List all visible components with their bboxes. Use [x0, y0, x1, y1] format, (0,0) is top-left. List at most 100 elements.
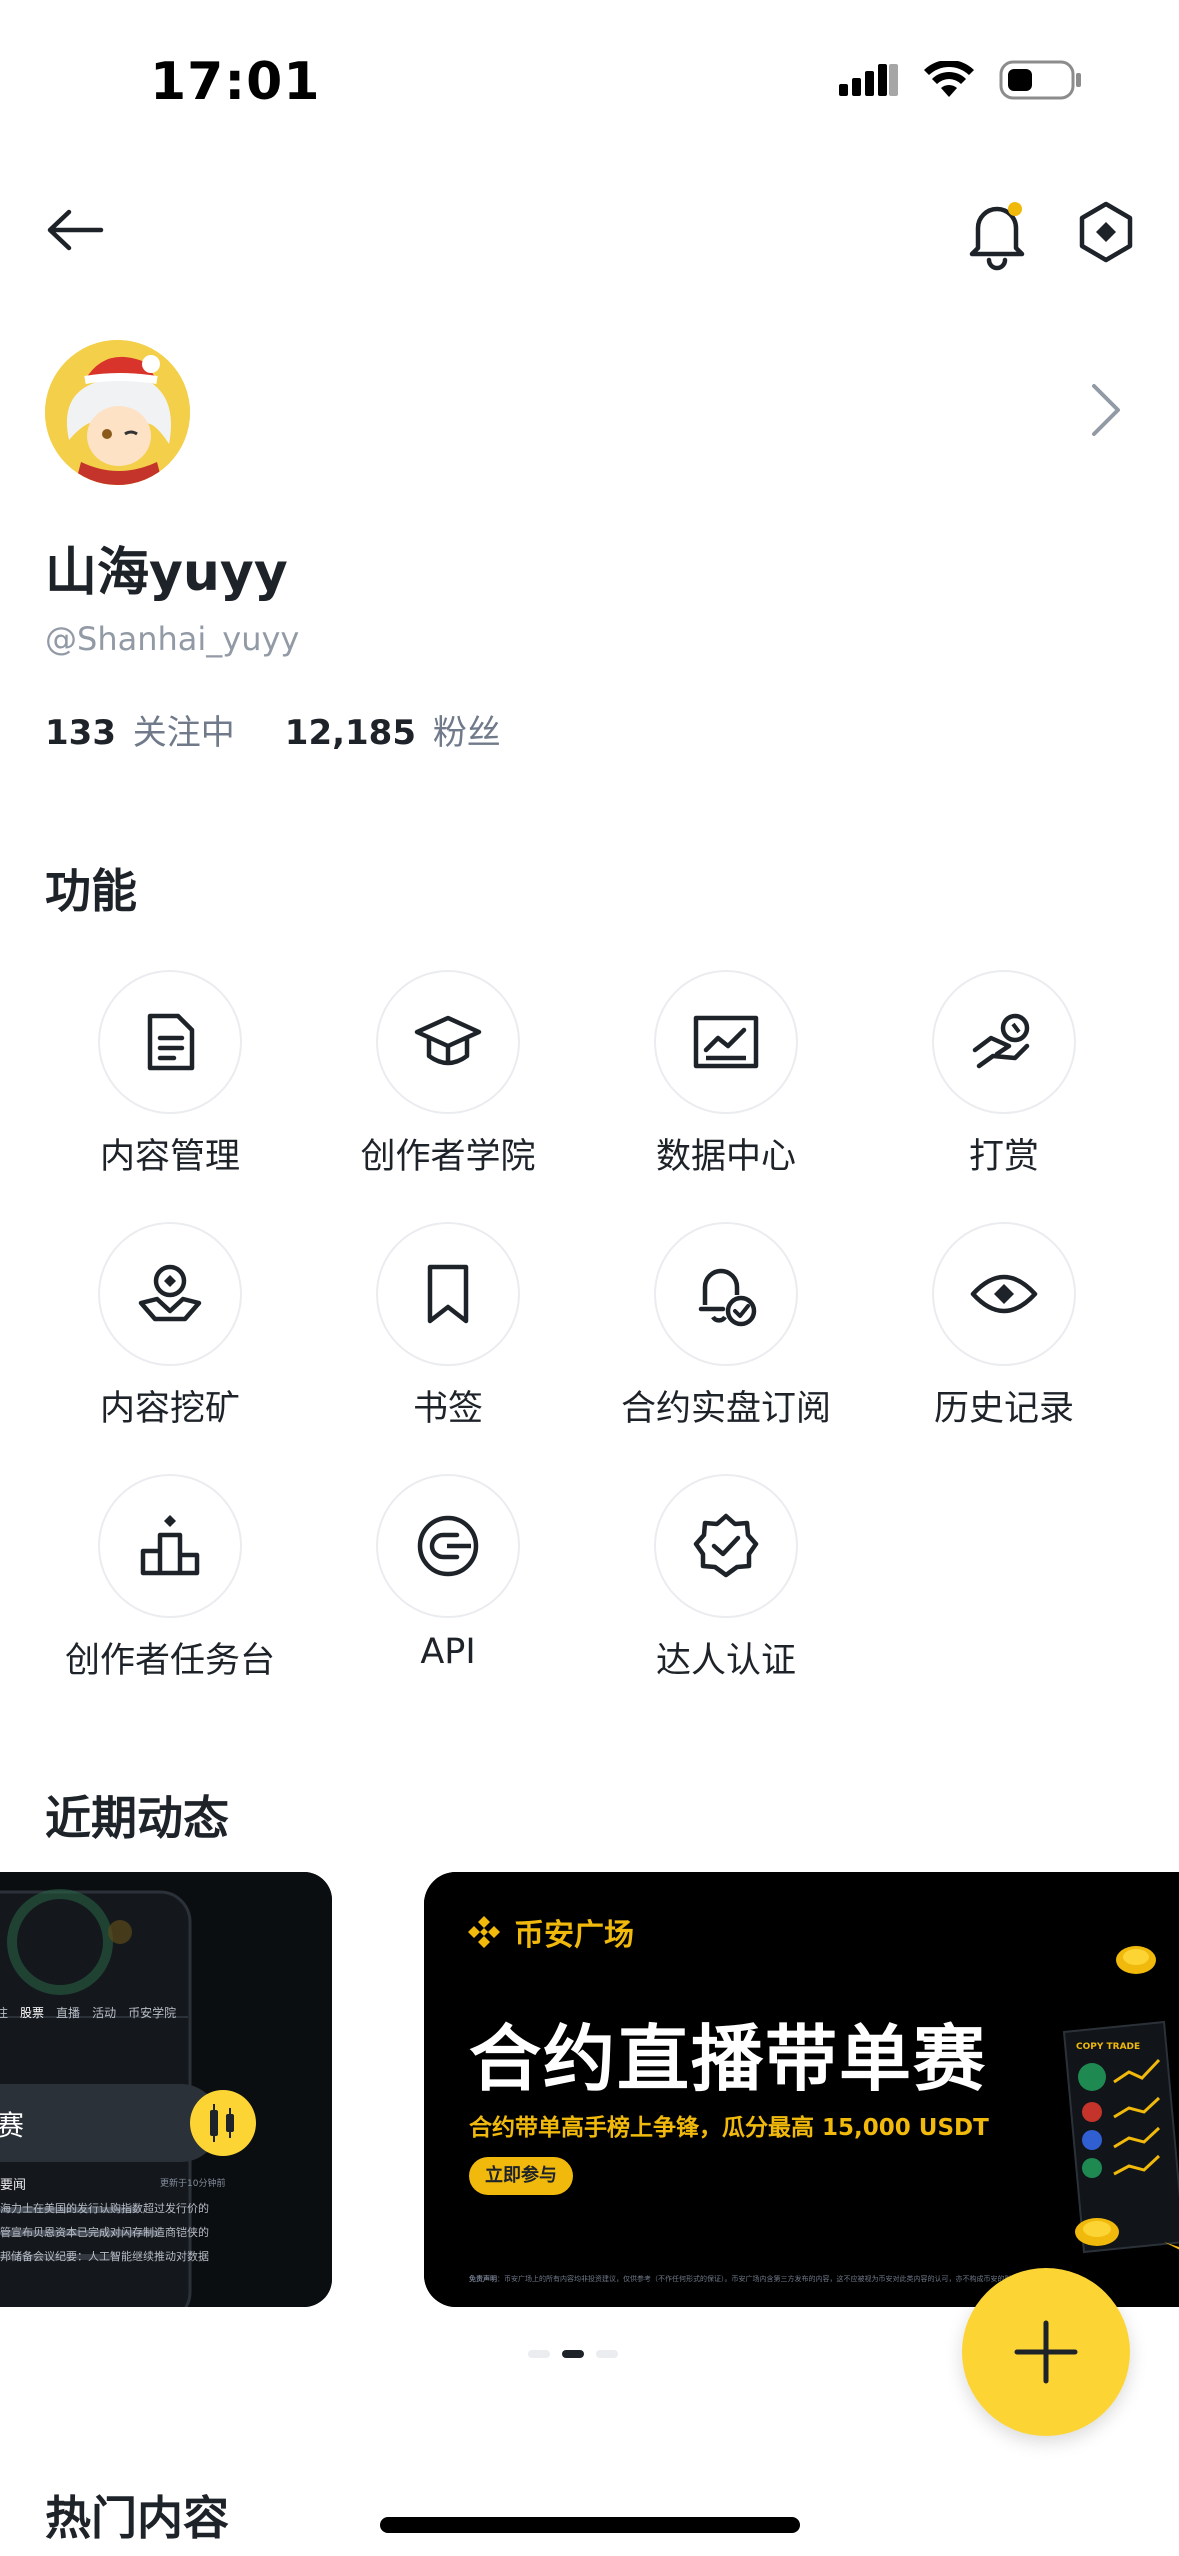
feature-label: 打赏 [968, 1137, 1039, 1177]
feature-label: 内容管理 [99, 1137, 240, 1177]
feature-content-mining[interactable]: 内容挖矿 [30, 1222, 310, 1442]
mining-icon [138, 1264, 202, 1322]
feature-icon-wrap [376, 1222, 520, 1366]
feature-icon-wrap [654, 970, 798, 1114]
wifi-icon [924, 61, 974, 97]
following-label: 关注中 [132, 713, 235, 753]
banner-subline: 合约带单高手榜上争锋，瓜分最高 15,000 USDT [469, 2115, 989, 2141]
back-button[interactable] [40, 200, 110, 260]
follow-stats: 133 关注中 12,185 粉丝 [45, 705, 501, 754]
feature-api[interactable]: API [308, 1474, 588, 1694]
followers-label: 粉丝 [432, 713, 501, 753]
feature-label: 书签 [412, 1389, 483, 1429]
battery-icon [999, 60, 1081, 100]
app-preview-line: 管宣布贝恩资本已完成对闪存制造商铠侠的... [0, 2226, 210, 2239]
arrow-left-icon [47, 209, 104, 251]
plus-icon [1014, 2320, 1078, 2384]
status-bar: 17:01 [0, 0, 1179, 170]
app-preview-tab: 股票 [20, 2006, 45, 2020]
pagination-dot[interactable] [596, 2350, 618, 2358]
display-name: 山海yuyy [45, 543, 288, 603]
recent-section-title: 近期动态 [45, 1791, 229, 1845]
features-section-title: 功能 [45, 864, 137, 918]
notification-dot [1008, 202, 1022, 216]
app-preview-tabs: 荐 关注 股票 直播 活动 币安学院 [0, 2004, 176, 2021]
feature-icon-wrap [98, 1474, 242, 1618]
hot-section-title: 热门内容 [45, 2491, 229, 2545]
cellular-signal-icon [839, 64, 898, 96]
feature-icon-wrap [654, 1222, 798, 1366]
banner-brand-name: 币安广场 [514, 1918, 634, 1953]
app-preview-lines: 海力士在美国的发行认购指数超过发行价的... 管宣布贝恩资本已完成对闪存制造商铠… [0, 2197, 210, 2269]
app-preview-line: 邦储备会议纪要：人工智能继续推动对数据... [0, 2250, 210, 2263]
bell-icon [969, 206, 1025, 271]
create-post-button[interactable] [962, 2268, 1130, 2436]
feature-tip[interactable]: 打赏 [864, 970, 1144, 1190]
verified-badge-icon [693, 1513, 759, 1578]
banner-disclaimer-text: 币安广场上的所有内容均非投资建议，仅供参考（不作任何形式的保证）。币安广场内含第… [504, 2275, 1040, 2283]
feature-icon-wrap [98, 1222, 242, 1366]
pagination-dot[interactable] [528, 2350, 550, 2358]
eye-icon [970, 1274, 1038, 1314]
settings-button[interactable] [1070, 196, 1142, 268]
app-preview-tab: 关注 [0, 2006, 9, 2020]
banner-headline: 合约直播带单赛 [469, 2017, 988, 2101]
feature-futures-subscription[interactable]: 合约实盘订阅 [586, 1222, 866, 1442]
banner-brand: 币安广场 [464, 1910, 634, 1954]
app-preview-tab: 活动 [92, 2006, 117, 2020]
followers-stat[interactable]: 12,185 粉丝 [285, 705, 501, 754]
feature-icon-wrap [376, 970, 520, 1114]
app-preview-line: 海力士在美国的发行认购指数超过发行价的... [0, 2202, 210, 2215]
feature-data-center[interactable]: 数据中心 [586, 970, 866, 1190]
home-indicator [380, 2517, 800, 2533]
banner-cta-button[interactable]: 立即参与 [469, 2157, 573, 2195]
top-nav [0, 180, 1179, 280]
recent-carousel[interactable]: 荐 关注 股票 直播 活动 币安学院 赛 要闻 更新于10分钟前 海力士在美国的… [0, 1872, 1179, 2312]
avatar-image [45, 340, 190, 485]
feature-icon-wrap [932, 970, 1076, 1114]
api-icon [417, 1515, 479, 1577]
following-stat[interactable]: 133 关注中 [45, 705, 235, 754]
feature-label: API [420, 1632, 476, 1672]
recent-card-app-preview[interactable]: 荐 关注 股票 直播 活动 币安学院 赛 要闻 更新于10分钟前 海力士在美国的… [0, 1872, 332, 2307]
feature-icon-wrap [98, 970, 242, 1114]
notifications-button[interactable] [960, 192, 1034, 272]
feature-content-management[interactable]: 内容管理 [30, 970, 310, 1190]
feature-label: 内容挖矿 [99, 1389, 240, 1429]
app-preview-tab: 直播 [56, 2006, 81, 2020]
feature-icon-wrap [932, 1222, 1076, 1366]
app-preview-tab: 币安学院 [128, 2006, 177, 2020]
feature-icon-wrap [376, 1474, 520, 1618]
feature-history[interactable]: 历史记录 [864, 1222, 1144, 1442]
feature-label: 创作者任务台 [64, 1641, 275, 1681]
feature-creator-task-center[interactable]: 创作者任务台 [30, 1474, 310, 1694]
feature-label: 合约实盘订阅 [620, 1389, 831, 1429]
status-icons [839, 60, 1083, 100]
chart-icon [693, 1015, 759, 1069]
bell-check-icon [698, 1268, 757, 1327]
status-time: 17:01 [150, 52, 321, 112]
avatar[interactable] [45, 340, 190, 485]
copy-trade-label: COPY TRADE [1076, 2042, 1141, 2052]
bookmark-icon [427, 1264, 469, 1324]
recent-card-banner[interactable]: 币安广场 合约直播带单赛 合约带单高手榜上争锋，瓜分最高 15,000 USDT… [424, 1872, 1179, 2307]
chevron-right-icon [1092, 384, 1120, 436]
followers-count: 12,185 [284, 713, 416, 753]
app-preview-section-label: 要闻 [0, 2178, 27, 2193]
graduation-cap-icon [414, 1015, 482, 1066]
feature-bookmark[interactable]: 书签 [308, 1222, 588, 1442]
carousel-pagination [528, 2350, 618, 2358]
podium-icon [140, 1515, 200, 1576]
document-icon [147, 1013, 195, 1071]
feature-label: 历史记录 [933, 1389, 1074, 1429]
feature-creator-academy[interactable]: 创作者学院 [308, 970, 588, 1190]
feature-creator-verification[interactable]: 达人认证 [586, 1474, 866, 1694]
pagination-dot-active[interactable] [562, 2350, 584, 2358]
feature-label: 达人认证 [655, 1641, 796, 1681]
user-handle: @Shanhai_yuyy [45, 620, 300, 658]
app-preview-section-meta: 更新于10分钟前 [160, 2179, 226, 2189]
feature-label: 数据中心 [655, 1137, 796, 1177]
profile-chevron-button[interactable] [1080, 380, 1130, 440]
feature-icon-wrap [654, 1474, 798, 1618]
banner-disclaimer-label: 免责声明 [469, 2275, 497, 2283]
